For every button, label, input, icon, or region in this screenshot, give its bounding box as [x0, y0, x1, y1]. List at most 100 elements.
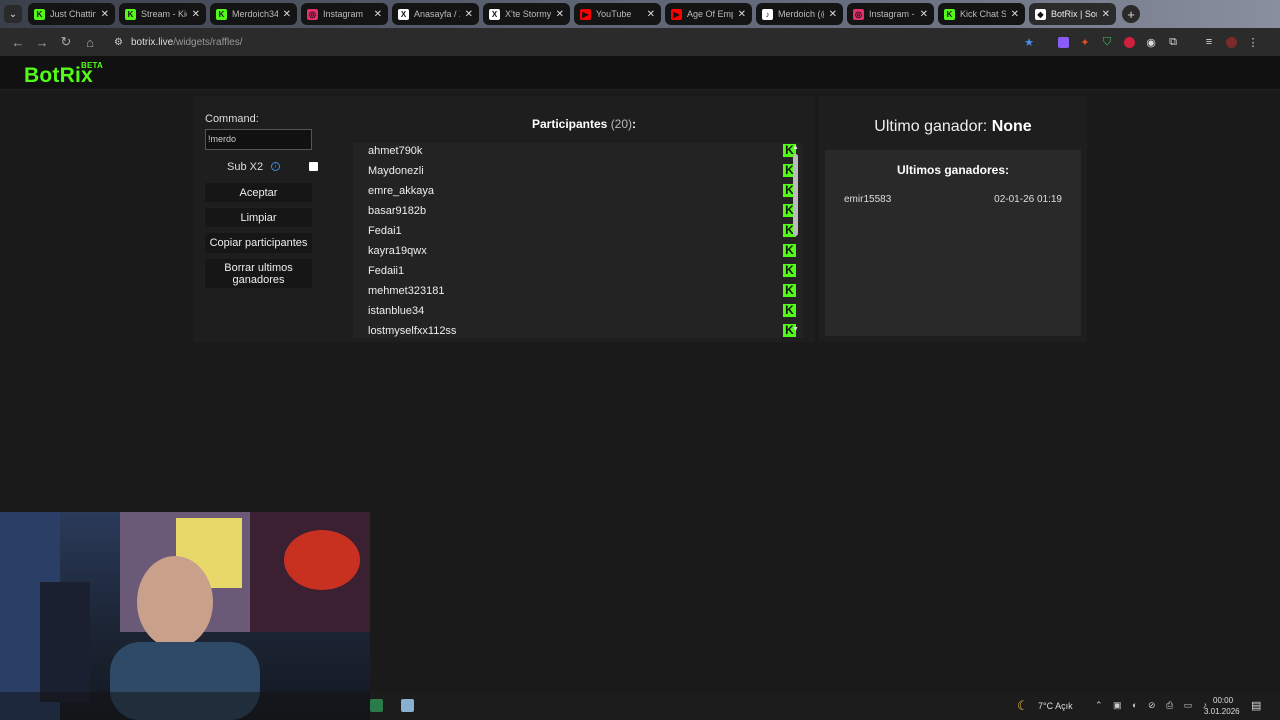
participant-name: emre_akkaya — [368, 185, 435, 197]
webcam-chair — [40, 582, 90, 702]
taskbar-app-1-icon[interactable] — [370, 699, 383, 712]
weather-text[interactable]: 7°C Açık — [1038, 701, 1073, 711]
close-tab-icon[interactable]: ✕ — [920, 9, 928, 20]
participant-row: kayra19qwx K — [368, 241, 796, 261]
home-icon[interactable]: ⌂ — [78, 30, 102, 54]
system-tray-icons[interactable]: ⌃ ▣ ◐ ⊘ ⎙ ▭ ♪ — [1095, 700, 1211, 711]
site-info-icon[interactable]: ⚙ — [114, 37, 123, 48]
browser-tab[interactable]: X Anasayfa / X ✕ — [392, 3, 479, 25]
browser-tab-strip: ⌄ K Just Chatting ✕ K Stream - Kick ✕ K Merdoic… — [0, 0, 1280, 28]
x-icon: X — [398, 8, 409, 20]
notifications-icon[interactable]: ▤ — [1251, 699, 1261, 712]
browser-tab[interactable]: ▶ YouTube ✕ — [574, 3, 661, 25]
close-tab-icon[interactable]: ✕ — [829, 9, 837, 20]
extension-shield-icon[interactable]: ⛉ — [1096, 31, 1118, 53]
participant-name: istanblue34 — [368, 305, 425, 317]
extensions-puzzle-icon[interactable]: ⧉ — [1162, 31, 1184, 53]
copy-participants-button[interactable]: Copiar participantes — [205, 233, 312, 253]
tab-list: K Just Chatting ✕ K Stream - Kick ✕ K Merdoich3… — [28, 3, 1120, 25]
browser-tab[interactable]: X X'te Stormy ✕ — [483, 3, 570, 25]
close-tab-icon[interactable]: ✕ — [647, 9, 655, 20]
browser-tab[interactable]: K Kick Chat Se ✕ — [938, 3, 1025, 25]
participant-name: Maydonezli — [368, 165, 424, 177]
clear-button[interactable]: Limpiar — [205, 208, 312, 227]
close-tab-icon[interactable]: ✕ — [1102, 9, 1110, 20]
close-tab-icon[interactable]: ✕ — [374, 9, 382, 20]
close-tab-icon[interactable]: ✕ — [283, 9, 291, 20]
winners-history-box: Ultimos ganadores: emir15583 02-01-26 01… — [825, 150, 1081, 336]
extension-twitch-icon[interactable] — [1052, 31, 1074, 53]
webcam-shadow — [0, 692, 370, 720]
browser-tab-title: X'te Stormy — [505, 9, 551, 19]
winner-history-date: 02-01-26 01:19 — [994, 194, 1062, 205]
participants-list[interactable]: ahmet790k K Maydonezli Kemre_akkaya Kbasar91… — [353, 143, 803, 338]
browser-tab-title: BotRix | Sor — [1051, 9, 1097, 19]
close-tab-icon[interactable]: ✕ — [465, 9, 473, 20]
extension-circle-icon[interactable]: ◉ — [1140, 31, 1162, 53]
browser-tab[interactable]: ♪ Merdoich (@ ✕ — [756, 3, 843, 25]
participant-row: istanblue34 K — [368, 301, 796, 321]
last-winner-label: Ultimo ganador: — [874, 118, 988, 135]
sub-x2-option: Sub X2 i — [205, 159, 318, 175]
browser-tab-title: YouTube — [596, 9, 632, 19]
botrix-logo[interactable]: BotRix BETA — [24, 61, 103, 88]
winners-history-title: Ultimos ganadores: — [896, 163, 1010, 177]
botrix-icon: ◆ — [1035, 8, 1046, 20]
extension-maple-icon[interactable]: ✦ — [1074, 31, 1096, 53]
youtube-icon: ▶ — [671, 8, 682, 20]
browser-toolbar: ← → ↻ ⌂ ⚙ botrix.live/widgets/raffles/ ★… — [0, 28, 1280, 56]
accept-button[interactable]: Aceptar — [205, 183, 312, 202]
webcam-person-head — [137, 556, 213, 648]
command-input[interactable]: !merdo — [205, 129, 312, 150]
winner-history-name: emir15583 — [844, 194, 892, 205]
close-tab-icon[interactable]: ✕ — [1011, 9, 1019, 20]
youtube-icon: ▶ — [580, 8, 591, 20]
toolbar-spacer-2 — [1184, 31, 1198, 53]
browser-tab[interactable]: K Merdoich34 ✕ — [210, 3, 297, 25]
participant-name: mehmet323181 — [368, 285, 445, 297]
browser-tab-title: Anasayfa / X — [414, 9, 460, 19]
participants-count: (20) — [610, 117, 633, 131]
taskbar-app-2-icon[interactable] — [401, 699, 414, 712]
participants-scrollbar[interactable]: ▲ ▼ — [790, 143, 802, 338]
browser-tab[interactable]: ▶ Age Of Empires ✕ — [665, 3, 752, 25]
browser-tab-title: Just Chatting — [50, 9, 96, 19]
clock-date[interactable]: 3.01.2026 — [1204, 707, 1240, 716]
info-icon[interactable]: i — [271, 162, 280, 171]
browser-tab[interactable]: ◆ BotRix | Sor ✕ — [1029, 3, 1116, 25]
tab-search-icon[interactable]: ⌄ — [4, 5, 22, 23]
extension-adblock-icon[interactable] — [1118, 31, 1140, 53]
reload-icon[interactable]: ↻ — [54, 30, 78, 54]
browser-tab-title: Merdoich34 — [232, 9, 278, 19]
browser-tab[interactable]: K Just Chatting ✕ — [28, 3, 115, 25]
close-tab-icon[interactable]: ✕ — [101, 9, 109, 20]
close-tab-icon[interactable]: ✕ — [556, 9, 564, 20]
new-tab-button[interactable]: + — [1122, 5, 1140, 23]
participant-row: ahmet790k K — [368, 143, 796, 161]
browser-tab[interactable]: K Stream - Kick ✕ — [119, 3, 206, 25]
bookmark-star-icon[interactable]: ★ — [1018, 31, 1040, 53]
scrollbar-thumb[interactable] — [793, 154, 798, 236]
windows-taskbar: ☾ 7°C Açık ⌃ ▣ ◐ ⊘ ⎙ ▭ ♪ 00:00 3.01.2026… — [370, 693, 1280, 720]
sub-x2-checkbox[interactable] — [309, 162, 318, 171]
participant-row: emre_akkaya K — [368, 181, 796, 201]
reading-list-icon[interactable]: ≡ — [1198, 31, 1220, 53]
scroll-up-icon[interactable]: ▲ — [792, 144, 799, 151]
close-tab-icon[interactable]: ✕ — [738, 9, 746, 20]
participant-name: basar9182b — [368, 205, 427, 217]
clock-time[interactable]: 00:00 — [1213, 696, 1233, 705]
profile-avatar-icon[interactable] — [1220, 31, 1242, 53]
kick-icon: K — [34, 8, 45, 20]
close-tab-icon[interactable]: ✕ — [192, 9, 200, 20]
participant-name: Fedai1 — [368, 225, 402, 237]
forward-icon[interactable]: → — [30, 30, 54, 54]
back-icon[interactable]: ← — [6, 30, 30, 54]
browser-tab[interactable]: ◎ Instagram ✕ — [301, 3, 388, 25]
browser-menu-icon[interactable]: ⋮ — [1242, 31, 1264, 53]
scroll-down-icon[interactable]: ▼ — [792, 326, 799, 333]
delete-winners-button[interactable]: Borrar ultimos ganadores — [205, 259, 312, 288]
participant-row: basar9182b K — [368, 201, 796, 221]
address-bar[interactable]: ⚙ botrix.live/widgets/raffles/ — [108, 31, 1018, 53]
browser-tab[interactable]: ◎ Instagram - ✕ — [847, 3, 934, 25]
logo-beta-tag: BETA — [81, 61, 103, 70]
